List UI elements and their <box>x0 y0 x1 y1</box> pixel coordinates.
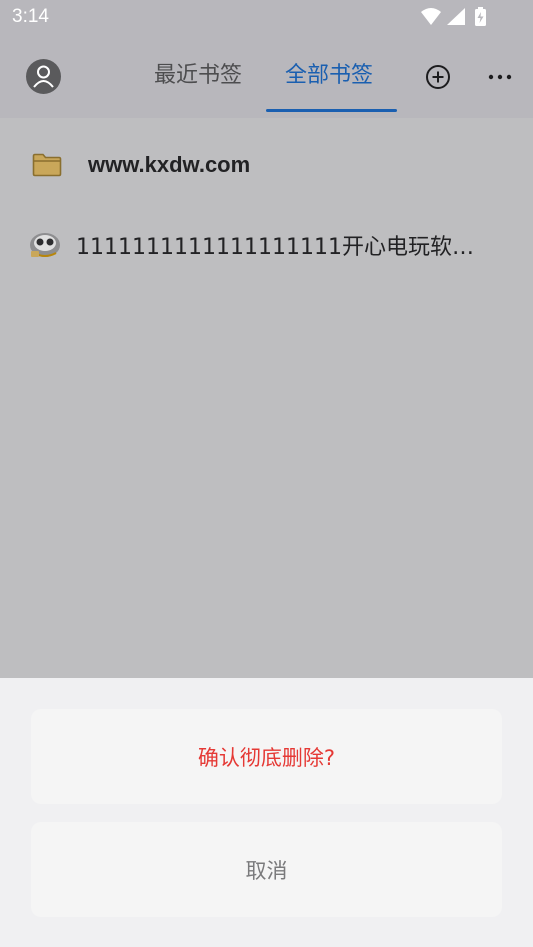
list-item-bookmark[interactable]: 1111111111111111111开心电玩软… <box>0 213 533 273</box>
delete-confirm-sheet: 确认彻底删除? 取消 <box>0 678 533 947</box>
active-tab-indicator <box>266 109 397 112</box>
status-icons <box>421 7 486 26</box>
tab-recent-bookmarks[interactable]: 最近书签 <box>154 60 242 92</box>
cellular-signal-icon <box>447 8 465 25</box>
tab-all-bookmarks[interactable]: 全部书签 <box>285 60 373 92</box>
add-bookmark-button[interactable] <box>422 61 454 93</box>
bookmark-label: 1111111111111111111开心电玩软… <box>76 235 474 260</box>
app-bar: 最近书签 全部书签 <box>0 36 533 118</box>
status-bar: 3:14 <box>0 0 533 36</box>
wifi-icon <box>421 8 441 25</box>
site-favicon-icon <box>30 233 60 257</box>
more-options-button[interactable] <box>484 61 516 93</box>
add-circle-icon <box>426 65 450 89</box>
confirm-delete-button[interactable]: 确认彻底删除? <box>31 709 502 804</box>
bookmark-list: www.kxdw.com 1111111111111111111开心电玩软… <box>0 118 533 678</box>
tab-recent-label: 最近书签 <box>154 63 243 88</box>
tab-all-label: 全部书签 <box>285 63 374 88</box>
cancel-button[interactable]: 取消 <box>31 822 502 917</box>
avatar-icon <box>33 65 54 88</box>
list-item-folder[interactable]: www.kxdw.com <box>0 136 533 196</box>
avatar-button[interactable] <box>26 59 61 94</box>
status-time: 3:14 <box>12 6 49 27</box>
more-horizontal-icon <box>488 74 512 80</box>
folder-icon <box>32 153 62 177</box>
folder-label: www.kxdw.com <box>88 152 251 177</box>
battery-charging-icon <box>475 7 486 26</box>
